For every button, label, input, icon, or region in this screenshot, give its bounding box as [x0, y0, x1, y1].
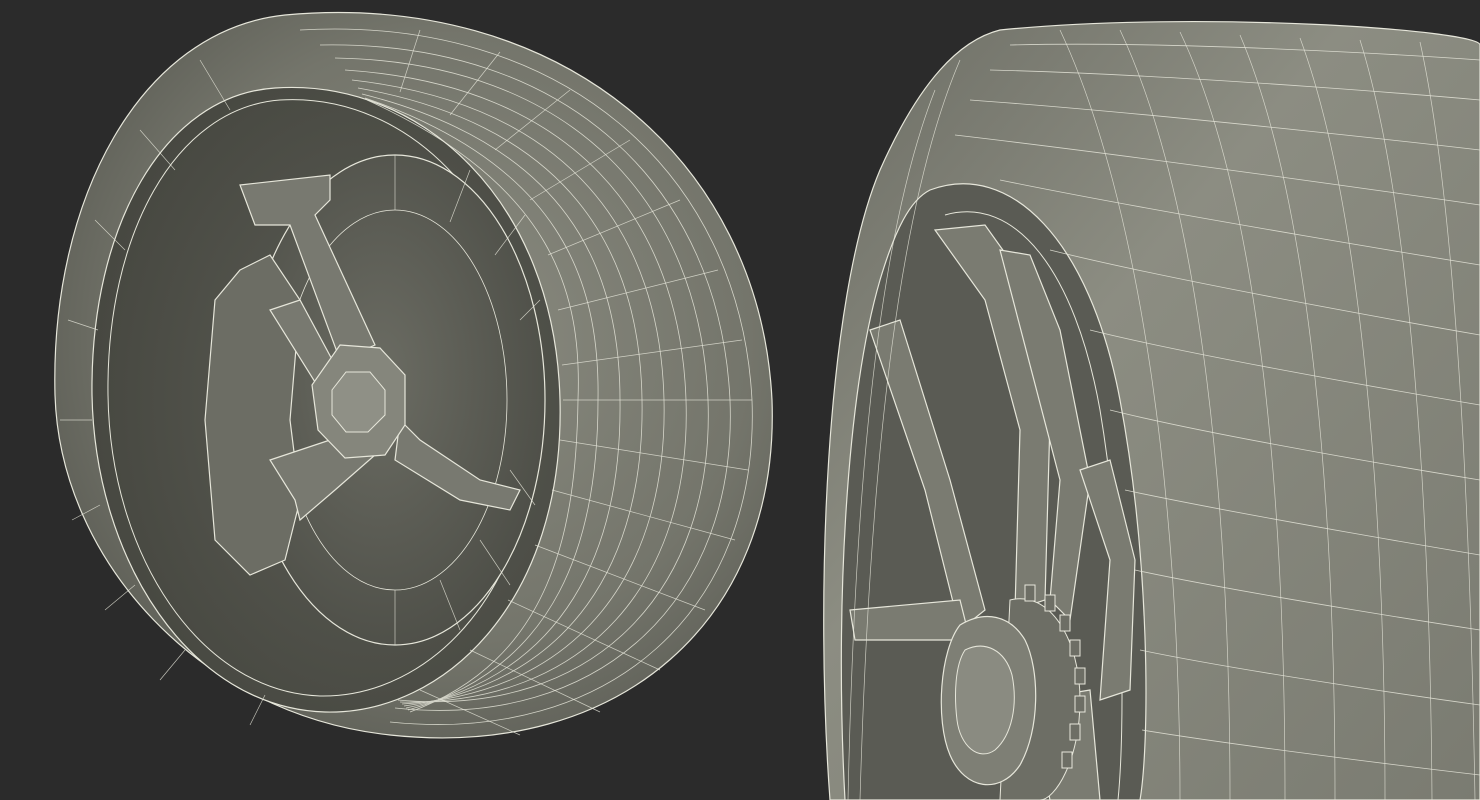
left-hub-nut-inner [331, 371, 386, 433]
right-wheel-view [823, 20, 1480, 800]
render-viewport [0, 0, 1480, 800]
wheel-wireframe-render [54, 11, 1480, 800]
left-wheel-view [54, 11, 773, 739]
left-brake-caliper [204, 254, 301, 576]
